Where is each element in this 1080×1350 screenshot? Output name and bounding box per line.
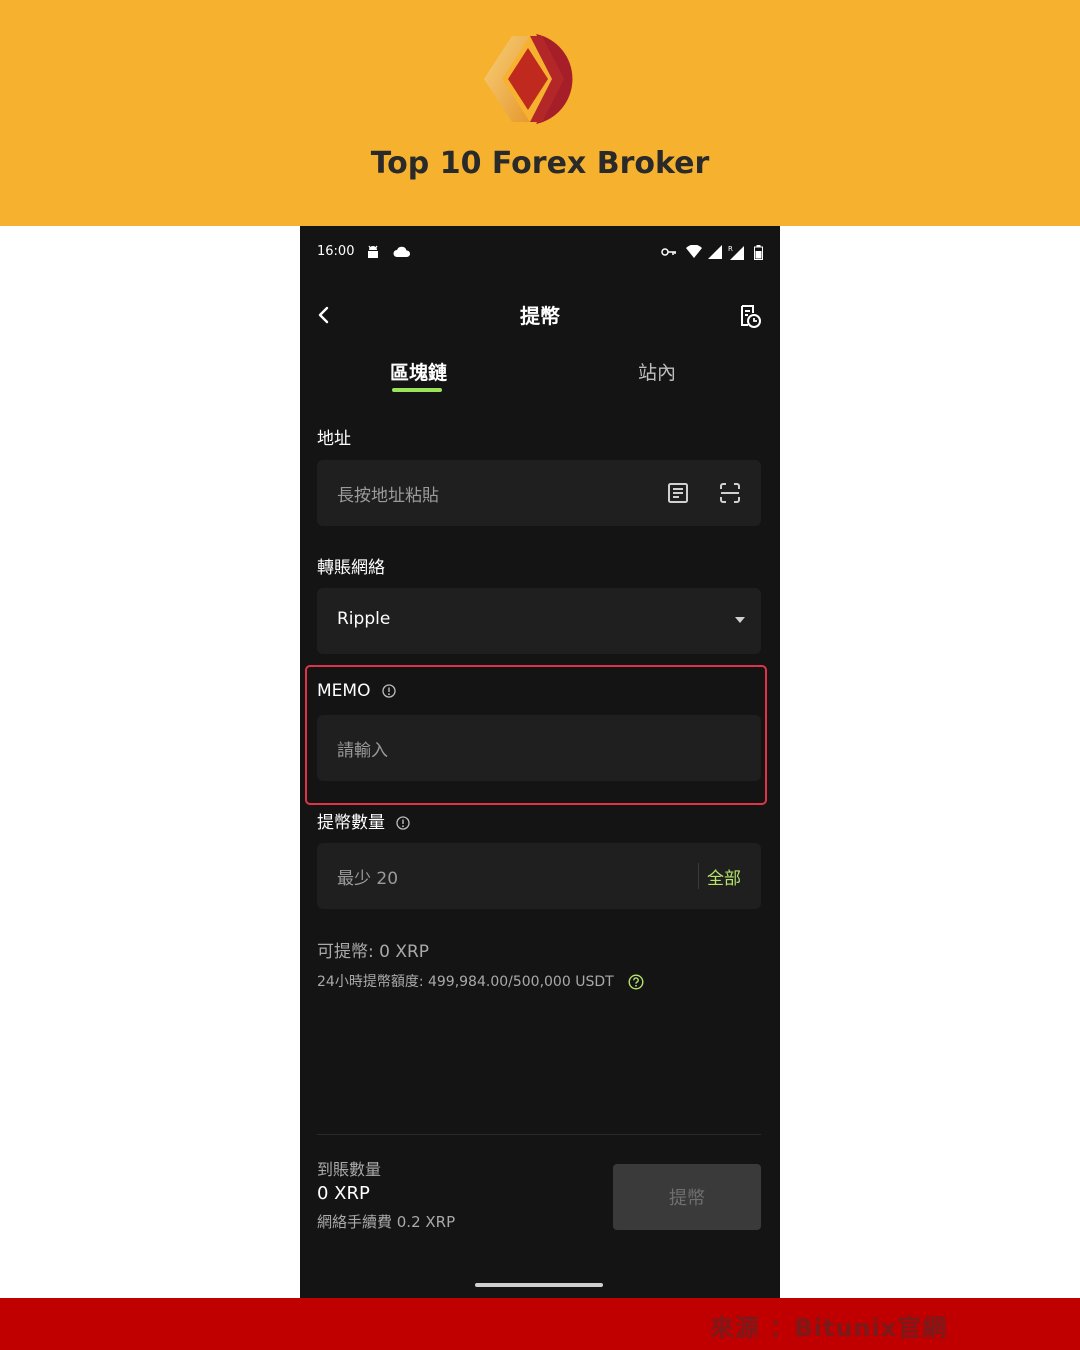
top-banner: Top 10 Forex Broker (0, 0, 1080, 226)
amount-input[interactable]: 最少 20 (337, 864, 398, 889)
network-label: 轉賬網絡 (317, 558, 385, 578)
history-record-icon (741, 305, 761, 328)
all-button[interactable]: 全部 (707, 864, 741, 889)
status-bar: 16:00 R (317, 244, 763, 264)
chevron-left-icon (318, 306, 329, 324)
home-indicator[interactable] (475, 1283, 603, 1287)
address-book-icon[interactable] (665, 480, 691, 506)
address-field[interactable]: 長按地址粘貼 (317, 460, 761, 526)
daily-limit: 24小時提幣額度: 499,984.00/500,000 USDT (317, 971, 644, 991)
source-bar: 來源 ：Bitunix官網 (0, 1298, 1080, 1350)
source-text: 來源 ：Bitunix官網 (710, 1314, 948, 1342)
memo-info-icon[interactable] (382, 684, 396, 698)
network-value: Ripple (337, 609, 391, 629)
tab-bar: 區塊鏈 站內 (300, 358, 780, 398)
wifi-icon (685, 244, 702, 258)
brand-logo-icon (484, 34, 573, 124)
network-select[interactable]: Ripple (317, 588, 761, 654)
page-title: 提幣 (520, 304, 560, 328)
nav-bar: 提幣 (300, 296, 780, 336)
memo-field[interactable]: 請輸入 (317, 715, 761, 781)
address-label: 地址 (317, 429, 351, 449)
back-button[interactable] (312, 300, 340, 330)
tab-active-indicator (392, 388, 442, 392)
footer-divider (317, 1134, 761, 1135)
memo-label: MEMO (317, 681, 396, 701)
phone-screen: 16:00 R 提幣 區塊鏈 站內 地址 長按地址粘貼 轉賬網絡 Ripple … (300, 226, 780, 1298)
signal-roaming-icon: R (728, 245, 744, 260)
android-icon (368, 245, 378, 258)
network-fee: 網絡手續費 0.2 XRP (317, 1213, 456, 1231)
tab-blockchain[interactable]: 區塊鏈 (390, 358, 447, 385)
amount-info-icon[interactable] (396, 816, 411, 830)
battery-icon (754, 244, 763, 260)
vpn-key-icon (661, 248, 677, 256)
history-button[interactable] (736, 302, 764, 330)
scan-icon[interactable] (717, 480, 743, 506)
tab-internal[interactable]: 站內 (638, 358, 676, 385)
amount-label: 提幣數量 (317, 808, 411, 833)
receive-value: 0 XRP (317, 1183, 370, 1204)
signal-icon (707, 245, 722, 259)
available-balance: 可提幣: 0 XRP (317, 942, 430, 962)
address-input[interactable]: 長按地址粘貼 (337, 481, 439, 506)
svg-text:R: R (728, 245, 733, 253)
amount-divider (698, 863, 699, 889)
question-icon[interactable] (628, 974, 644, 990)
amount-field[interactable]: 最少 20 全部 (317, 843, 761, 909)
withdraw-button[interactable]: 提幣 (613, 1164, 761, 1230)
receive-label: 到賬數量 (317, 1160, 382, 1179)
dropdown-arrow-icon (735, 617, 745, 623)
memo-input[interactable]: 請輸入 (337, 736, 388, 761)
status-time: 16:00 (317, 244, 355, 259)
cloud-icon (393, 246, 411, 257)
brand-title: Top 10 Forex Broker (370, 146, 710, 181)
